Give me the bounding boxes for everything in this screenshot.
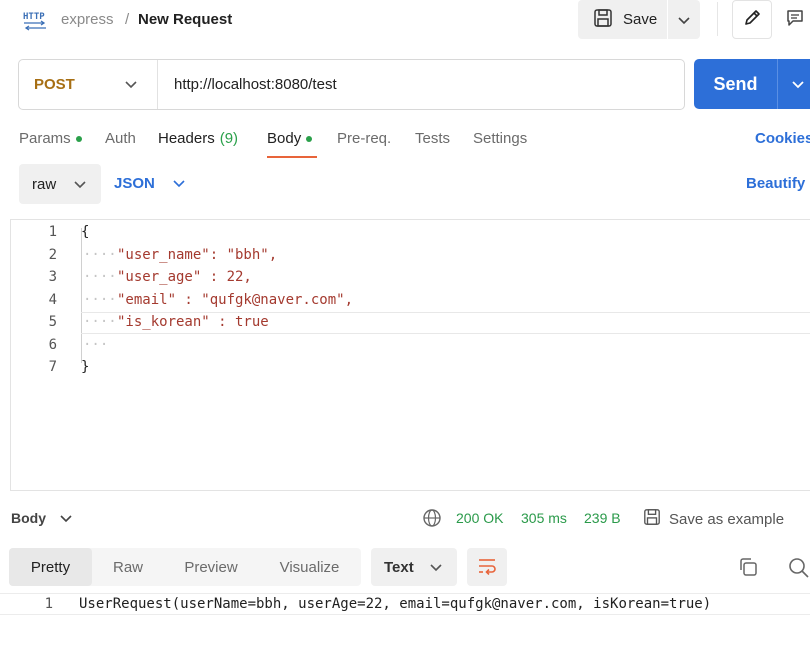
active-tab-underline [267,156,317,158]
edit-button[interactable] [732,0,772,39]
view-tab-pretty[interactable]: Pretty [9,548,92,586]
response-status[interactable]: 200 OK [456,510,503,526]
body-mode-label: raw [32,175,57,193]
line-number: 1 [48,224,57,240]
line-number: 7 [48,359,57,375]
params-indicator-dot [75,135,82,142]
tab-settings[interactable]: Settings [473,130,527,147]
body-format-select[interactable]: JSON [114,175,185,192]
code-line: "user_age" : 22, [117,269,252,285]
view-tab-raw[interactable]: Raw [92,548,164,586]
line-number: 4 [48,292,57,308]
copy-icon [737,558,759,581]
line-number: 3 [48,269,57,285]
response-view-tabs: Pretty Raw Preview Visualize [9,548,361,586]
chevron-down-icon [792,76,804,92]
save-button[interactable]: Save [578,0,667,39]
breadcrumb-collection[interactable]: express [61,11,114,28]
header-divider [717,2,718,36]
response-format-select[interactable]: Text [371,548,457,586]
response-size[interactable]: 239 B [584,510,621,526]
chevron-down-icon [173,175,185,192]
tab-prereq-label: Pre-req. [337,130,392,147]
body-editor[interactable]: 1 2 3 4 5 6 7 { "user_name": "bbh", "use… [10,219,810,491]
tab-prereq[interactable]: Pre-req. [337,130,391,147]
whitespace-markers: ··· [83,337,109,353]
cookies-link[interactable]: Cookies [755,130,810,147]
tab-tests-label: Tests [415,130,451,147]
response-section-select[interactable]: Body [11,510,72,526]
search-button[interactable] [787,556,809,581]
method-select[interactable]: POST [19,60,158,109]
indent-guide [81,228,82,363]
tab-params-label: Params [19,130,71,147]
response-time[interactable]: 305 ms [521,510,567,526]
send-options-button[interactable] [778,59,810,109]
tab-auth[interactable]: Auth [105,130,136,147]
code-line: "is_korean" : true [117,314,269,330]
request-title[interactable]: New Request [138,11,232,28]
tab-body[interactable]: Body [267,130,313,147]
tab-tests[interactable]: Tests [415,130,450,147]
chevron-down-icon [125,76,137,93]
save-as-example-label: Save as example [669,510,785,528]
method-label: POST [34,76,75,93]
save-button-group: Save [578,0,700,39]
body-format-label: JSON [114,175,155,192]
response-content: UserRequest(userName=bbh, userAge=22, em… [79,596,712,612]
search-icon [787,558,809,581]
tab-headers-label: Headers [158,130,215,147]
chevron-down-icon [678,12,690,28]
line-number: 6 [48,337,57,353]
headers-count: (9) [219,130,239,147]
http-icon: HTTP [22,9,48,31]
save-icon [593,8,613,32]
chevron-down-icon [60,510,72,526]
save-icon [643,508,661,530]
chevron-down-icon [74,176,86,193]
line-number: 5 [48,314,57,330]
body-indicator-dot [306,135,313,142]
response-body[interactable]: 1 UserRequest(userName=bbh, userAge=22, … [0,593,810,615]
comments-button[interactable] [780,0,810,39]
line-number: 2 [48,247,57,263]
comment-icon [786,9,804,30]
copy-button[interactable] [737,556,759,581]
save-label: Save [623,11,658,28]
wrap-lines-icon [477,557,497,578]
code-line: } [81,359,90,375]
beautify-button[interactable]: Beautify [746,175,805,192]
response-section-label: Body [11,510,46,526]
pencil-icon [743,9,761,30]
chevron-down-icon [430,559,442,576]
send-button[interactable]: Send [694,59,777,109]
globe-icon[interactable] [422,508,442,531]
whitespace-markers: ···· [83,292,117,308]
whitespace-markers: ···· [83,247,117,263]
breadcrumb-separator: / [125,11,130,28]
code-line: "email" : "qufgk@naver.com", [117,292,354,308]
code-line: "user_name": "bbh", [117,247,278,263]
view-tab-visualize[interactable]: Visualize [258,548,361,586]
tab-body-label: Body [267,130,302,147]
line-number: 1 [44,596,53,612]
url-input[interactable]: http://localhost:8080/test [158,76,337,93]
request-url-bar: POST http://localhost:8080/test [18,59,685,110]
view-tab-preview[interactable]: Preview [164,548,258,586]
tab-params[interactable]: Params [19,130,82,147]
whitespace-markers: ···· [83,314,117,330]
wrap-lines-button[interactable] [467,548,507,586]
tab-auth-label: Auth [105,130,136,147]
tab-settings-label: Settings [473,130,528,147]
response-format-label: Text [384,558,414,576]
svg-text:HTTP: HTTP [23,12,45,22]
code-line: { [81,224,90,240]
save-as-example-button[interactable]: Save as example [643,508,784,530]
tab-headers[interactable]: Headers (9) [158,130,238,147]
whitespace-markers: ···· [83,269,117,285]
body-mode-select[interactable]: raw [19,164,101,204]
send-button-group: Send [694,59,810,109]
save-options-button[interactable] [668,0,700,39]
